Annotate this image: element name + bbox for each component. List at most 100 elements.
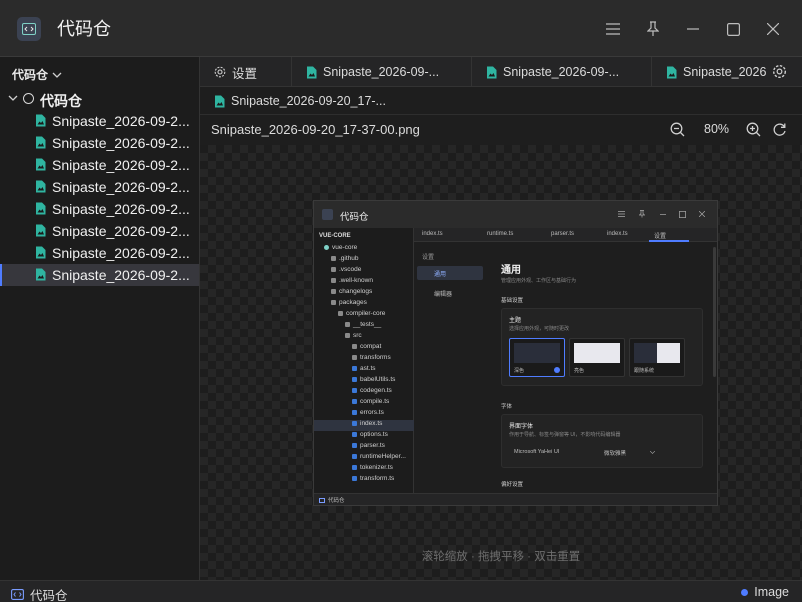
reset-view-button[interactable] [772,122,787,142]
image-file-icon [36,224,46,237]
image-file-icon [36,202,46,215]
preview-tree-label: index.ts [360,420,383,427]
preview-main-title: 通用 [501,265,521,276]
close-button[interactable] [762,18,784,40]
image-filename: Snipaste_2026-09-20_17-37-00.png [211,122,420,137]
preview-tree-icon [331,277,336,283]
preview-tab: parser.ts [551,231,575,237]
preview-font-title: 界面字体 [509,424,534,430]
tab-settings[interactable]: 设置 [200,57,292,87]
status-left[interactable]: 代码仓 [11,585,68,602]
preview-tree-icon [331,266,336,272]
preview-theme-desc: 选择应用外观，可随时更改 [509,326,570,332]
title-bar: 代码仓 [0,0,802,57]
preview-tree-label: compile.ts [360,398,390,405]
preview-tree-label: parser.ts [360,442,385,449]
sidebar-file-item[interactable]: Snipaste_2026-09-2... [0,264,199,286]
settings-button[interactable] [772,64,787,84]
image-preview[interactable]: 代码仓 VUE-CORE vue-core .github .vscode .well… [313,200,718,506]
preview-close-icon [699,211,705,217]
image-file-icon [36,136,46,149]
preview-tree-icon [352,376,357,382]
minimize-button[interactable] [682,18,704,40]
app-logo-icon [17,17,41,41]
sidebar-file-item[interactable]: Snipaste_2026-09-2... [0,176,199,198]
sidebar: 代码仓 代码仓 Snipaste_2026-09-2... Snipaste_20… [0,57,200,580]
preview-theme-label: 跟随系统 [634,368,655,374]
maximize-button[interactable] [722,18,744,40]
preview-tree-item: compat [352,343,381,354]
preview-tree-icon [352,420,357,426]
preview-tree-item: __tests__ [345,321,381,332]
gear-icon [214,66,226,78]
preview-explorer: VUE-CORE vue-core .github .vscode .well-kno… [314,228,414,493]
close-icon [767,23,779,35]
preview-section-font: 字体 [501,404,513,410]
preview-theme-label: 亮色 [574,368,585,374]
preview-tree-label: errors.ts [360,409,384,416]
pin-button[interactable] [642,18,664,40]
chevron-down-icon [8,95,18,101]
preview-maximize-icon [679,211,686,218]
sidebar-file-label: Snipaste_2026-09-2... [52,135,190,151]
tab-image-2[interactable]: Snipaste_2026-09-... [472,57,652,87]
sidebar-file-item[interactable]: Snipaste_2026-09-2... [0,242,199,264]
tab-image-1[interactable]: Snipaste_2026-09-... [292,57,472,87]
tab-image-4[interactable]: Snipaste_2026-09-20_17-... [200,87,400,115]
refresh-icon [773,123,786,136]
sidebar-file-item[interactable]: Snipaste_2026-09-2... [0,198,199,220]
preview-tree-item: tokenizer.ts [352,464,393,475]
preview-tree-item: codegen.ts [352,387,392,398]
preview-tab: 设置 [654,234,667,240]
preview-nav-header: 设置 [422,255,435,261]
tab-label: Snipaste_2026-09-20_17-... [231,94,386,108]
sidebar-file-item[interactable]: Snipaste_2026-09-2... [0,154,199,176]
preview-tree-label: packages [339,299,367,306]
preview-tree-item: transforms [352,354,391,365]
pin-icon [647,21,659,36]
workspace-switcher[interactable]: 代码仓 [12,66,62,83]
sidebar-file-item[interactable]: Snipaste_2026-09-2... [0,132,199,154]
preview-tab: index.ts [607,231,628,237]
preview-tree-item: index.ts [314,420,414,431]
zoom-in-button[interactable] [746,122,761,142]
sidebar-file-label: Snipaste_2026-09-2... [52,267,190,283]
preview-font-value: Microsoft YaHei UI [514,449,560,455]
preview-tree-label: changelogs [339,288,373,295]
preview-nav-label: 通用 [434,272,447,278]
preview-tree-item: changelogs [331,288,372,299]
preview-tree-icon [331,299,336,305]
preview-check-icon [554,367,560,373]
preview-explorer-header: VUE-CORE [319,233,351,239]
preview-theme-dark: 深色 [509,338,565,377]
preview-theme-thumb [574,343,620,363]
preview-tree-label: transforms [360,354,391,361]
canvas-hint: 滚轮缩放 · 拖拽平移 · 双击重置 [421,551,581,563]
tab-image-3[interactable]: Snipaste_2026 [652,57,767,87]
tree-root[interactable]: 代码仓 [0,88,199,110]
preview-tree-icon [352,409,357,415]
preview-nav-label: 编辑器 [434,292,453,298]
image-file-icon [36,180,46,193]
image-file-icon [36,246,46,259]
preview-tree-item: src [345,332,362,343]
status-right: Image [741,585,789,599]
status-workspace: 代码仓 [30,589,68,602]
preview-tree-label: ast.ts [360,365,376,372]
code-window-icon [11,589,24,600]
preview-theme-card: 主题 选择应用外观，可随时更改 深色 亮色 跟随系统 [501,308,703,386]
menu-button[interactable] [602,18,624,40]
tab-label: Snipaste_2026-09-... [503,65,620,79]
preview-scrollbar [713,247,716,377]
preview-tree-icon [345,321,350,327]
preview-tree-icon [331,288,336,294]
sidebar-file-item[interactable]: Snipaste_2026-09-2... [0,110,199,132]
preview-tree-icon [352,387,357,393]
zoom-out-button[interactable] [670,122,685,142]
preview-tree-label: options.ts [360,431,388,438]
sidebar-file-item[interactable]: Snipaste_2026-09-2... [0,220,199,242]
preview-chevron-down-icon [650,451,655,454]
preview-pin-icon [639,210,645,218]
image-canvas[interactable]: 代码仓 VUE-CORE vue-core .github .vscode .well… [200,145,802,580]
preview-title-bar: 代码仓 [314,201,717,228]
